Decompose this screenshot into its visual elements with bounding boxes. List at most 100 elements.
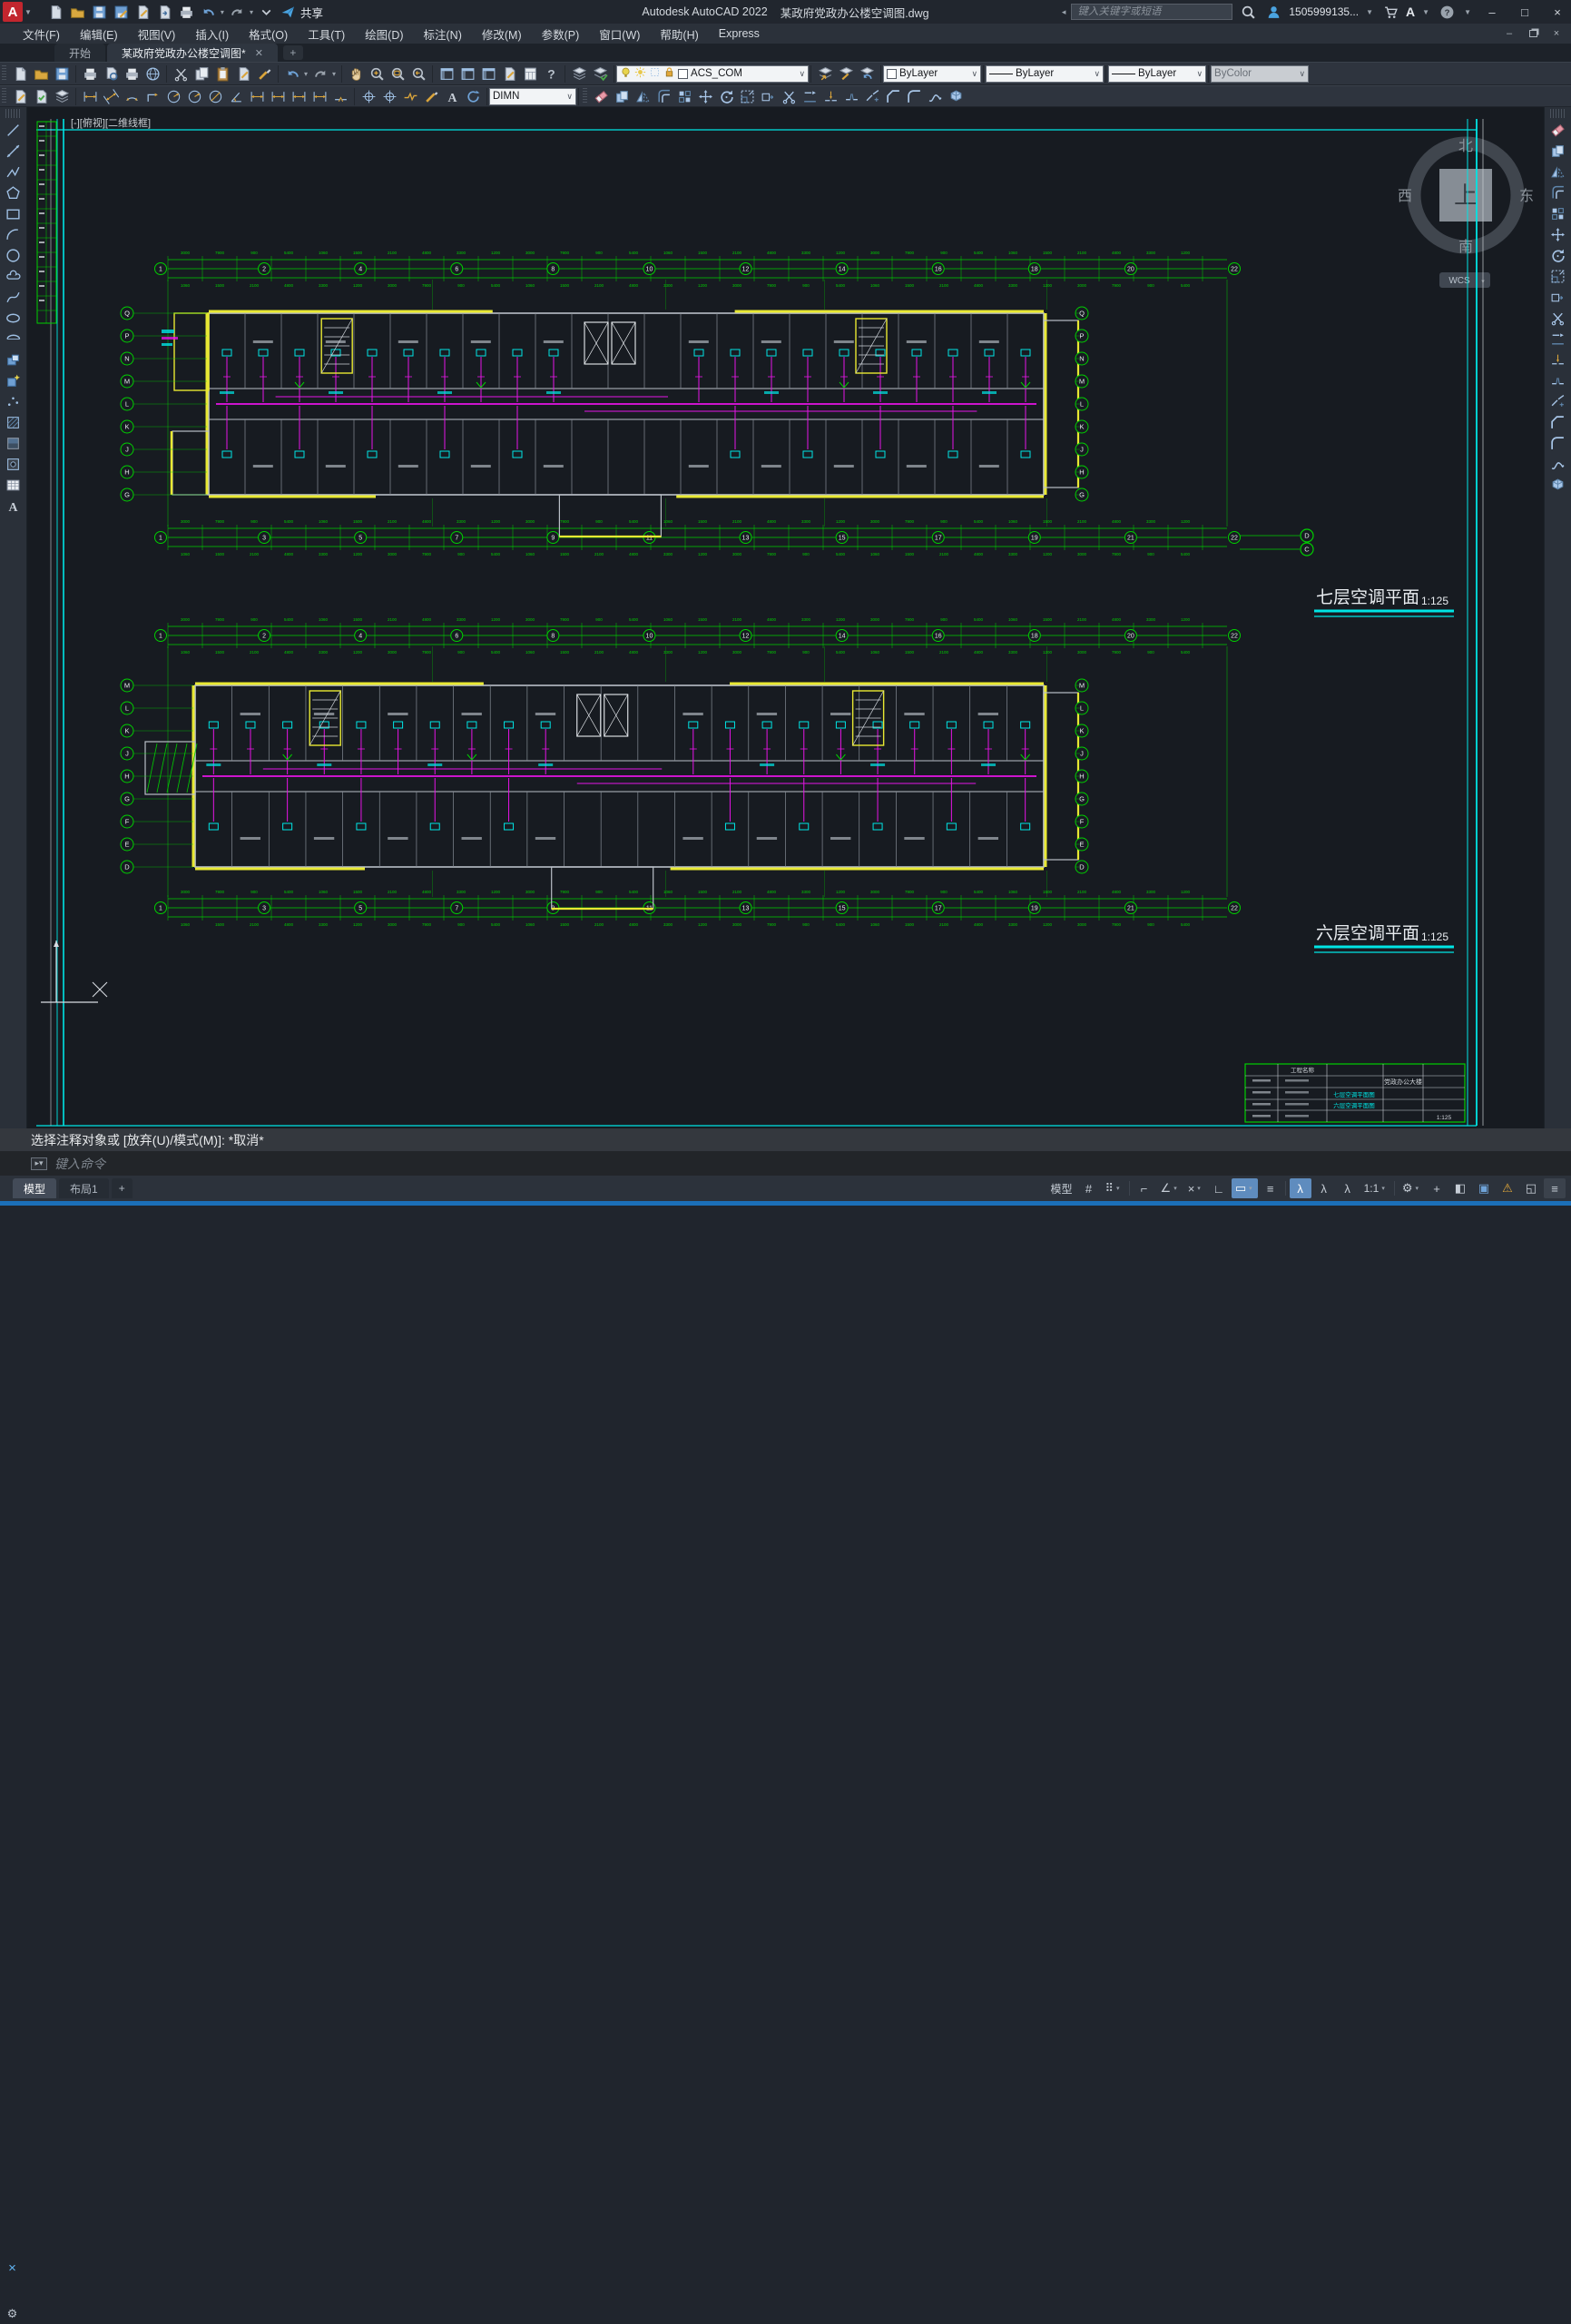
web-publish-icon[interactable]	[142, 64, 162, 84]
region-icon[interactable]	[4, 454, 24, 474]
copy-base-point-icon[interactable]	[233, 64, 253, 84]
command-input-row[interactable]: ▸▾ 键入命令 ⚙	[0, 1151, 1571, 2320]
zoom-previous-icon[interactable]	[408, 64, 428, 84]
quick-dim-icon[interactable]	[247, 86, 267, 106]
edit-properties-icon[interactable]	[10, 86, 30, 106]
minimize-button[interactable]: –	[1478, 1, 1506, 23]
menu-10[interactable]: 参数(P)	[532, 24, 590, 44]
line-icon[interactable]	[4, 120, 24, 140]
autodesk-app-caret-icon[interactable]: ▼	[1422, 8, 1429, 16]
offset-icon[interactable]	[653, 86, 673, 106]
status-workspace-switching[interactable]: ⚙ ▾	[1399, 1178, 1424, 1198]
new-tab-button[interactable]: +	[282, 45, 303, 60]
doc-close-button[interactable]: ×	[1546, 25, 1567, 42]
publish-icon[interactable]	[155, 2, 175, 22]
list-layers-icon[interactable]	[52, 86, 72, 106]
save-icon[interactable]	[52, 64, 72, 84]
blend-curves-icon[interactable]	[925, 86, 945, 106]
status-graphics-performance[interactable]: ◧	[1449, 1178, 1471, 1198]
status-customize[interactable]: ≡	[1544, 1178, 1566, 1198]
status-object-snap[interactable]: ∟	[1208, 1178, 1230, 1198]
erase-icon[interactable]	[1548, 120, 1568, 140]
dim-linear-icon[interactable]	[80, 86, 100, 106]
dim-continue-icon[interactable]	[289, 86, 309, 106]
table-icon[interactable]	[4, 475, 24, 495]
break-at-point-icon[interactable]	[820, 86, 840, 106]
multiple-points-icon[interactable]	[4, 391, 24, 411]
quick-select-icon[interactable]	[31, 86, 51, 106]
join-icon[interactable]	[1548, 391, 1568, 411]
doc-restore-button[interactable]	[1522, 25, 1544, 42]
dim-radius-icon[interactable]	[163, 86, 183, 106]
dim-arc-length-icon[interactable]	[122, 86, 142, 106]
status-ortho-mode[interactable]: ⌐	[1134, 1178, 1155, 1198]
trim-icon[interactable]	[1548, 308, 1568, 328]
construction-line-icon[interactable]	[4, 141, 24, 161]
stretch-icon[interactable]	[758, 86, 778, 106]
scale-icon[interactable]	[1548, 266, 1568, 286]
qsave-icon[interactable]	[90, 2, 110, 22]
hatch-icon[interactable]	[4, 412, 24, 432]
pan-icon[interactable]	[346, 64, 366, 84]
status-polar-tracking[interactable]: ∠ ▾	[1157, 1178, 1183, 1198]
open-icon[interactable]	[31, 64, 51, 84]
search-input[interactable]	[1071, 4, 1233, 20]
viewcube[interactable]: 上北西东南WCS▾	[1398, 136, 1534, 288]
dim-diameter-icon[interactable]	[205, 86, 225, 106]
menu-3[interactable]: 视图(V)	[128, 24, 186, 44]
insert-block-icon[interactable]	[4, 350, 24, 369]
quickcalc-icon[interactable]	[520, 64, 540, 84]
user-icon[interactable]	[1263, 2, 1283, 22]
dim-ordinate-icon[interactable]	[142, 86, 162, 106]
sheet-set-manager-icon[interactable]	[478, 64, 498, 84]
plotstyle-dropdown[interactable]: ByColor ∨	[1211, 64, 1310, 83]
close-button[interactable]: ×	[1544, 1, 1571, 23]
status-hardware-acceleration[interactable]: ▣	[1473, 1178, 1495, 1198]
open-icon[interactable]	[68, 2, 88, 22]
publish-icon[interactable]	[122, 64, 142, 84]
dim-aligned-icon[interactable]	[101, 86, 121, 106]
layer-match-icon[interactable]	[836, 64, 856, 84]
drawing-canvas[interactable]: 上北西东南WCS▾[-][俯视][二维线框]300010607900150090…	[27, 107, 1544, 1128]
make-block-icon[interactable]	[4, 370, 24, 390]
move-icon[interactable]	[695, 86, 715, 106]
gradient-icon[interactable]	[4, 433, 24, 453]
break-icon[interactable]	[1548, 370, 1568, 390]
command-input[interactable]: 键入命令	[54, 1155, 105, 1173]
array-icon[interactable]	[674, 86, 694, 106]
toolbar-grip[interactable]	[2, 88, 6, 104]
qat-more-icon[interactable]	[257, 2, 277, 22]
help-caret-icon[interactable]: ▼	[1464, 8, 1471, 16]
menu-13[interactable]: Express	[709, 24, 770, 44]
status-object-snap-tracking[interactable]: × ▾	[1184, 1178, 1206, 1198]
multiline-text-icon[interactable]: A	[4, 496, 24, 516]
status-annotation-visibility[interactable]: λ	[1289, 1178, 1311, 1198]
chamfer-icon[interactable]	[883, 86, 903, 106]
dim-text-edit-icon[interactable]: A	[442, 86, 462, 106]
status-annotation-scale[interactable]: 1:1 ▾	[1360, 1178, 1390, 1198]
tool-palettes-icon[interactable]	[457, 64, 477, 84]
account-id[interactable]: 1505999135...	[1289, 5, 1359, 18]
redo-icon[interactable]	[310, 64, 330, 84]
designcenter-icon[interactable]	[437, 64, 457, 84]
undo-icon[interactable]	[282, 64, 302, 84]
status-snap-mode[interactable]: ⠿ ▾	[1101, 1178, 1124, 1198]
status-annotation-autoscale[interactable]: λ	[1313, 1178, 1335, 1198]
lineweight-dropdown[interactable]: ByLayer ∨	[1108, 64, 1207, 83]
layer-dropdown[interactable]: ACS_COM ∨	[616, 64, 810, 83]
extend-icon[interactable]	[800, 86, 820, 106]
layer-freeze-vp-icon[interactable]	[649, 66, 661, 81]
tab-start[interactable]: 开始	[54, 44, 106, 62]
spline-icon[interactable]	[4, 287, 24, 307]
doc-minimize-button[interactable]: –	[1498, 25, 1520, 42]
center-mark-icon[interactable]	[379, 86, 399, 106]
account-caret-icon[interactable]: ▼	[1366, 8, 1373, 16]
status-annotation-monitor[interactable]: ⚠	[1497, 1178, 1518, 1198]
add-layout-button[interactable]: +	[111, 1178, 133, 1198]
join-icon[interactable]	[862, 86, 882, 106]
layer-thaw-icon[interactable]	[634, 66, 646, 81]
break-at-point-icon[interactable]	[1548, 350, 1568, 369]
menu-1[interactable]: 文件(F)	[13, 24, 70, 44]
menu-9[interactable]: 修改(M)	[472, 24, 532, 44]
dim-break-icon[interactable]	[330, 86, 350, 106]
